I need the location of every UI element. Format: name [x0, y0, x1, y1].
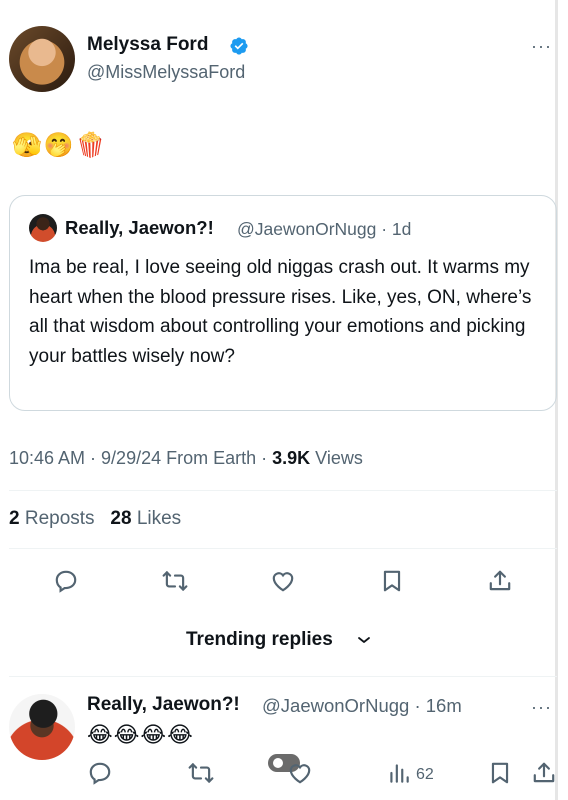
reply-views-count: 62 — [416, 766, 434, 783]
more-options-icon[interactable]: ··· — [531, 36, 552, 57]
reply-author-avatar[interactable] — [9, 694, 75, 760]
author-handle[interactable]: @MissMelyssaFord — [87, 62, 245, 83]
author-avatar[interactable] — [9, 26, 75, 92]
reply-reply-button[interactable] — [84, 757, 116, 789]
reply-text: 😂😂😂😂 — [87, 722, 194, 747]
reply-more-options-icon[interactable]: ··· — [531, 697, 552, 718]
trending-replies-sort[interactable]: Trending replies — [186, 629, 333, 651]
repost-icon — [162, 571, 188, 591]
reply-button[interactable] — [50, 565, 82, 597]
repost-button[interactable] — [159, 565, 191, 597]
likes-label: Likes — [131, 508, 182, 529]
reply-author-name[interactable]: Really, Jaewon?! — [87, 694, 240, 716]
tweet-meta: 10:46 AM · 9/29/24 From Earth · 3.9K Vie… — [9, 448, 363, 469]
bookmark-button[interactable] — [376, 565, 408, 597]
reply-bookmark-button[interactable] — [484, 757, 516, 789]
reply-author-handle[interactable]: @JaewonOrNugg · 16m — [262, 695, 462, 717]
quoted-tweet-text: Ima be real, I love seeing old niggas cr… — [29, 257, 532, 367]
reposts-stat[interactable]: 2 Reposts — [9, 508, 95, 529]
author-name[interactable]: Melyssa Ford — [87, 34, 208, 56]
share-icon — [533, 762, 555, 783]
views-count: 3.9K — [272, 448, 311, 468]
views-icon — [390, 764, 409, 783]
quoted-author-handle: @JaewonOrNugg · 1d — [237, 219, 412, 239]
divider — [9, 490, 557, 491]
reply-views-button[interactable] — [383, 757, 415, 789]
share-button[interactable] — [484, 565, 516, 597]
reply-icon — [55, 570, 77, 593]
engagement-stats: 2 Reposts 28 Likes — [9, 508, 181, 530]
like-icon — [289, 764, 311, 784]
tweet-text: 🫣🤭🍿 — [12, 132, 108, 159]
likes-stat[interactable]: 28 Likes — [110, 508, 181, 529]
views-label: Views — [310, 448, 363, 468]
reply-like-button[interactable] — [284, 757, 316, 789]
reposts-count: 2 — [9, 508, 20, 529]
like-icon — [272, 572, 294, 592]
verified-badge-icon — [229, 36, 249, 56]
quoted-author-name: Really, Jaewon?! — [65, 217, 214, 238]
reply-repost-button[interactable] — [185, 757, 217, 789]
share-icon — [489, 570, 511, 591]
reply-share-button[interactable] — [528, 757, 560, 789]
reply-icon — [89, 762, 111, 785]
like-button[interactable] — [267, 565, 299, 597]
divider — [9, 548, 557, 549]
reposts-label: Reposts — [19, 508, 95, 529]
likes-count: 28 — [110, 508, 132, 529]
quoted-author-avatar — [29, 214, 57, 242]
divider — [9, 676, 557, 677]
tweet-timestamp[interactable]: 10:46 AM · 9/29/24 From Earth · — [9, 448, 272, 468]
repost-icon — [188, 763, 214, 783]
bookmark-icon — [383, 570, 401, 592]
chevron-down-icon[interactable] — [356, 632, 372, 648]
bookmark-icon — [491, 762, 509, 784]
